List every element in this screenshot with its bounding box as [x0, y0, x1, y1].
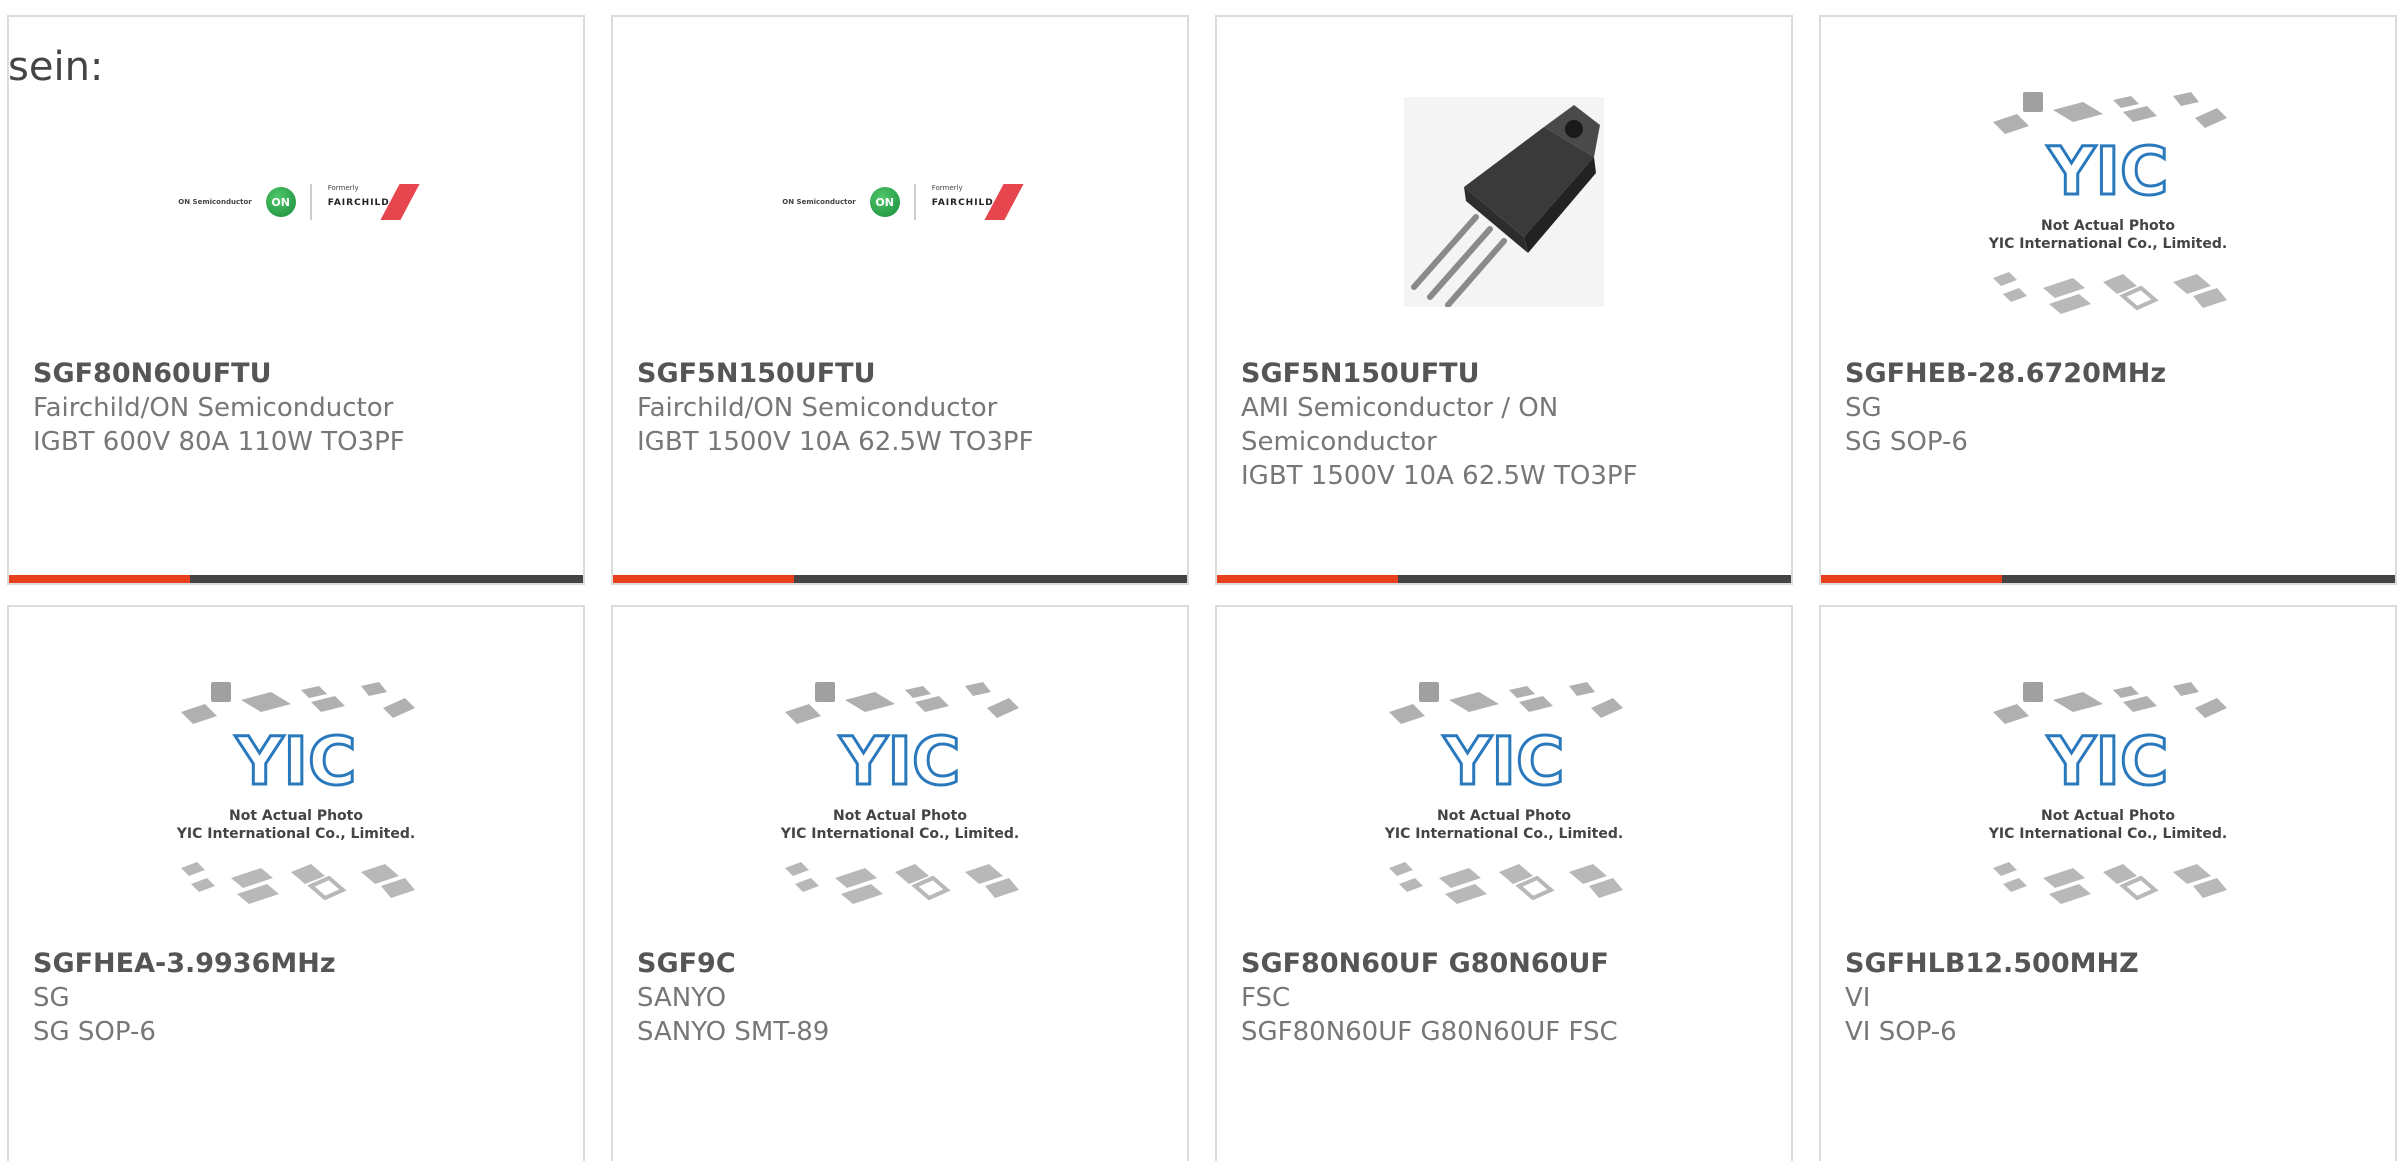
part-number-link[interactable]: SGF80N60UFTU — [33, 357, 563, 391]
part-number-link[interactable]: SGF80N60UF G80N60UF — [1241, 947, 1771, 981]
fairchild-logo-icon: Formerly FAIRCHILD — [930, 184, 1024, 220]
on-fairchild-logo: ON Semiconductor ON Formerly FAIRCHILD — [782, 184, 1024, 220]
part-number-link[interactable]: SGF5N150UFTU — [637, 357, 1167, 391]
svg-text:YIC International Co., Limited: YIC International Co., Limited. — [1384, 826, 1623, 842]
part-number-link[interactable]: SGF9C — [637, 947, 1167, 981]
progress-fill — [1217, 575, 1398, 583]
description: IGBT 600V 80A 110W TO3PF — [33, 427, 405, 457]
svg-text:YIC: YIC — [839, 723, 961, 800]
product-card[interactable]: YIC Not Actual Photo YIC International C… — [611, 605, 1189, 1161]
product-card[interactable]: ON Semiconductor ON Formerly FAIRCHILD S… — [611, 15, 1189, 585]
progress-fill — [9, 575, 190, 583]
intro-text: sein: — [8, 44, 104, 90]
product-info: SGFHEA-3.9936MHz SG SG SOP-6 — [33, 947, 563, 1049]
manufacturer: SG — [1845, 393, 1882, 423]
part-number-link[interactable]: SGFHEB-28.6720MHz — [1845, 357, 2375, 391]
product-card[interactable]: SGF5N150UFTU AMI Semiconductor / ON Semi… — [1215, 15, 1793, 585]
svg-text:YIC International Co., Limited: YIC International Co., Limited. — [780, 826, 1019, 842]
yic-placeholder-icon: YIC Not Actual Photo YIC International C… — [1988, 92, 2227, 314]
product-image-placeholder[interactable]: YIC Not Actual Photo YIC International C… — [1821, 647, 2395, 937]
product-info: SGF9C SANYO SANYO SMT-89 — [637, 947, 1167, 1049]
svg-text:Not Actual Photo: Not Actual Photo — [229, 808, 363, 824]
svg-text:YIC: YIC — [235, 723, 357, 800]
svg-text:YIC: YIC — [1443, 723, 1565, 800]
product-image-placeholder[interactable]: YIC Not Actual Photo YIC International C… — [1217, 647, 1791, 937]
progress-fill — [613, 575, 794, 583]
svg-text:YIC: YIC — [2047, 723, 2169, 800]
on-logo-icon: ON — [265, 187, 296, 217]
product-info: SGF80N60UF G80N60UF FSC SGF80N60UF G80N6… — [1241, 947, 1771, 1049]
yic-placeholder-icon: YIC Not Actual Photo YIC International C… — [780, 682, 1019, 904]
description: SG SOP-6 — [1845, 427, 1968, 457]
description: SANYO SMT-89 — [637, 1017, 830, 1047]
product-info: SGFHLB12.500MHZ VI VI SOP-6 — [1845, 947, 2375, 1049]
product-image-to220[interactable] — [1217, 57, 1791, 347]
product-card[interactable]: YIC Not Actual Photo YIC International C… — [1819, 15, 2397, 585]
product-info: SGF5N150UFTU AMI Semiconductor / ON Semi… — [1241, 357, 1771, 493]
manufacturer: SANYO — [637, 983, 727, 1013]
product-info: SGFHEB-28.6720MHz SG SG SOP-6 — [1845, 357, 2375, 459]
product-card[interactable]: YIC Not Actual Photo YIC International C… — [1819, 605, 2397, 1161]
description: SG SOP-6 — [33, 1017, 156, 1047]
product-card[interactable]: ON Semiconductor ON Formerly FAIRCHILD S… — [7, 15, 585, 585]
manufacturer: FSC — [1241, 983, 1291, 1013]
on-semiconductor-text: ON Semiconductor — [178, 198, 252, 206]
card-progress-bar — [613, 575, 1187, 583]
product-image-on-fairchild-logo[interactable]: ON Semiconductor ON Formerly FAIRCHILD — [9, 57, 583, 347]
svg-text:Not Actual Photo: Not Actual Photo — [2041, 218, 2175, 234]
svg-text:YIC International Co., Limited: YIC International Co., Limited. — [1988, 236, 2227, 252]
product-image-placeholder[interactable]: YIC Not Actual Photo YIC International C… — [1821, 57, 2395, 347]
card-progress-bar — [9, 575, 583, 583]
description: IGBT 1500V 10A 62.5W TO3PF — [1241, 461, 1638, 491]
product-card[interactable]: YIC Not Actual Photo YIC International C… — [1215, 605, 1793, 1161]
card-progress-bar — [1821, 575, 2395, 583]
product-image-on-fairchild-logo[interactable]: ON Semiconductor ON Formerly FAIRCHILD — [613, 57, 1187, 347]
product-info: SGF5N150UFTU Fairchild/ON Semiconductor … — [637, 357, 1167, 459]
part-number-link[interactable]: SGFHLB12.500MHZ — [1845, 947, 2375, 981]
to220-package-icon — [1404, 97, 1604, 307]
svg-text:YIC International Co., Limited: YIC International Co., Limited. — [1988, 826, 2227, 842]
manufacturer: SG — [33, 983, 70, 1013]
manufacturer: Fairchild/ON Semiconductor — [33, 393, 394, 423]
yic-placeholder-icon: YIC Not Actual Photo YIC International C… — [1384, 682, 1623, 904]
svg-text:Not Actual Photo: Not Actual Photo — [1437, 808, 1571, 824]
on-semiconductor-text: ON Semiconductor — [782, 198, 856, 206]
progress-fill — [1821, 575, 2002, 583]
description: IGBT 1500V 10A 62.5W TO3PF — [637, 427, 1034, 457]
svg-text:Not Actual Photo: Not Actual Photo — [2041, 808, 2175, 824]
svg-text:YIC International Co., Limited: YIC International Co., Limited. — [176, 826, 415, 842]
description: SGF80N60UF G80N60UF FSC — [1241, 1017, 1618, 1047]
manufacturer: Fairchild/ON Semiconductor — [637, 393, 998, 423]
part-number-link[interactable]: SGFHEA-3.9936MHz — [33, 947, 563, 981]
manufacturer: VI — [1845, 983, 1871, 1013]
logo-divider — [309, 184, 312, 220]
part-number-link[interactable]: SGF5N150UFTU — [1241, 357, 1771, 391]
manufacturer: AMI Semiconductor / ON Semiconductor — [1241, 393, 1559, 457]
on-logo-icon: ON — [869, 187, 900, 217]
svg-text:Not Actual Photo: Not Actual Photo — [833, 808, 967, 824]
product-info: SGF80N60UFTU Fairchild/ON Semiconductor … — [33, 357, 563, 459]
yic-placeholder-icon: YIC Not Actual Photo YIC International C… — [176, 682, 415, 904]
on-fairchild-logo: ON Semiconductor ON Formerly FAIRCHILD — [178, 184, 420, 220]
product-card[interactable]: YIC Not Actual Photo YIC International C… — [7, 605, 585, 1161]
product-image-placeholder[interactable]: YIC Not Actual Photo YIC International C… — [613, 647, 1187, 937]
yic-placeholder-icon: YIC Not Actual Photo YIC International C… — [1988, 682, 2227, 904]
fairchild-logo-icon: Formerly FAIRCHILD — [326, 184, 420, 220]
card-progress-bar — [1217, 575, 1791, 583]
logo-divider — [913, 184, 916, 220]
svg-text:YIC: YIC — [2047, 133, 2169, 210]
description: VI SOP-6 — [1845, 1017, 1957, 1047]
product-image-placeholder[interactable]: YIC Not Actual Photo YIC International C… — [9, 647, 583, 937]
